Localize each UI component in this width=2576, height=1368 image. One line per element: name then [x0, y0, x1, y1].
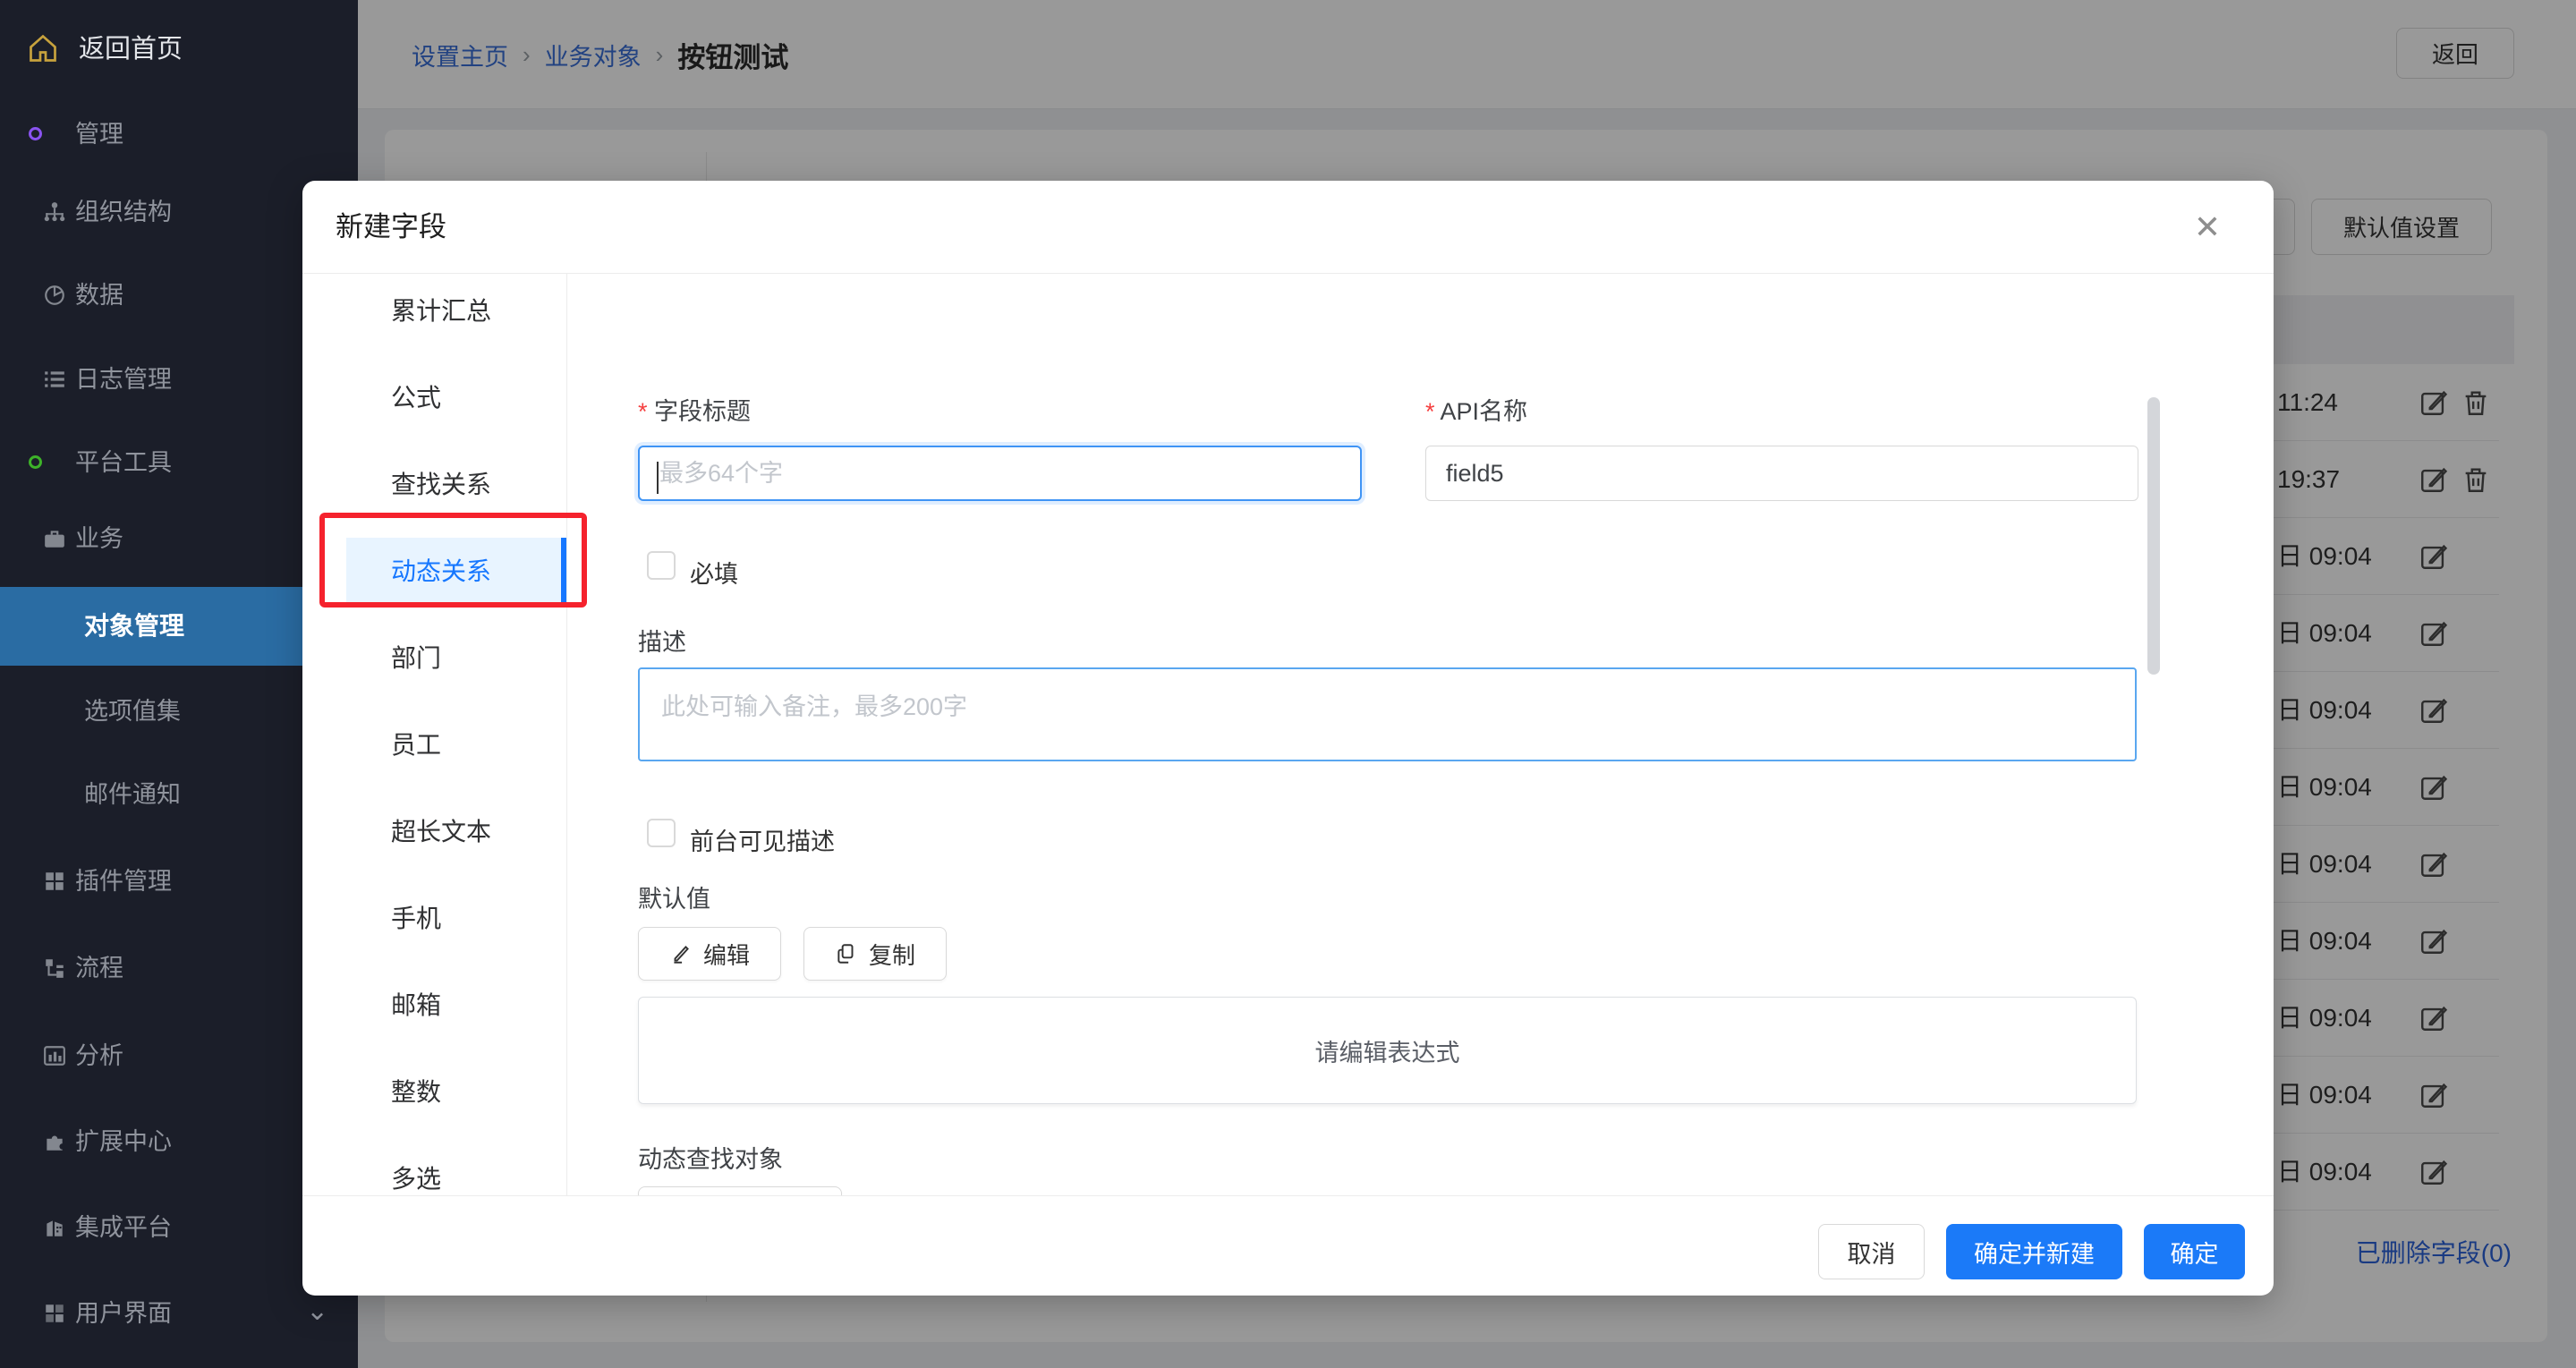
flow-icon — [43, 956, 66, 980]
pie-chart-icon — [43, 284, 66, 307]
front-visible-checkbox[interactable] — [647, 819, 676, 847]
app-root: 返回首页 管理 组织结构 数据 日志管理 平台工具 — [0, 0, 2576, 1368]
field-type-long-text[interactable]: 超长文本 — [302, 798, 566, 866]
description-label: 描述 — [638, 623, 686, 658]
field-type-integer[interactable]: 整数 — [302, 1058, 566, 1126]
list-icon — [43, 368, 66, 391]
default-value-label: 默认值 — [638, 879, 710, 914]
pencil-icon — [669, 942, 693, 965]
field-type-department[interactable]: 部门 — [302, 625, 566, 692]
building-icon — [43, 1216, 66, 1239]
modal-footer: 取消 确定并新建 确定 — [302, 1195, 2274, 1296]
sidebar-item-manage[interactable]: 管理 — [0, 109, 358, 159]
copy-default-button[interactable]: 复制 — [803, 927, 947, 981]
ring-purple-icon — [29, 127, 42, 140]
puzzle-icon — [43, 1130, 66, 1153]
modal-title: 新建字段 — [336, 181, 446, 274]
new-field-modal: 新建字段 ✕ 累计汇总 公式 查找关系 动态关系 部门 员工 超长文本 手机 邮… — [302, 181, 2274, 1296]
briefcase-icon — [43, 527, 66, 550]
modal-header: 新建字段 ✕ — [302, 181, 2274, 274]
field-type-multiselect[interactable]: 多选 — [302, 1145, 566, 1195]
field-title-input[interactable] — [638, 446, 1362, 501]
grid-icon — [43, 870, 66, 893]
field-title-label: 字段标题 — [638, 392, 751, 427]
modal-body: 累计汇总 公式 查找关系 动态关系 部门 员工 超长文本 手机 邮箱 整数 多选… — [302, 274, 2274, 1195]
form-scrollbar[interactable] — [2147, 397, 2160, 675]
api-name-input[interactable] — [1425, 446, 2138, 501]
ui-grid-icon — [43, 1302, 66, 1325]
annotation-red-box — [319, 513, 587, 608]
modal-nav-divider — [566, 274, 567, 1195]
field-type-rollup[interactable]: 累计汇总 — [302, 277, 566, 345]
chevron-down-icon[interactable]: ⌄ — [306, 1296, 328, 1327]
expression-editor[interactable]: 请编辑表达式 — [638, 997, 2137, 1104]
add-lookup-object-button[interactable]: 添加查找对象 — [638, 1186, 842, 1195]
confirm-button[interactable]: 确定 — [2144, 1224, 2245, 1279]
sidebar-item-user-interface[interactable]: 用户界面 — [0, 1288, 358, 1338]
field-type-email[interactable]: 邮箱 — [302, 972, 566, 1040]
copy-icon — [835, 942, 858, 965]
field-type-formula[interactable]: 公式 — [302, 364, 566, 432]
required-checkbox[interactable] — [647, 551, 676, 580]
front-visible-label: 前台可见描述 — [690, 822, 835, 857]
field-type-phone[interactable]: 手机 — [302, 885, 566, 953]
close-icon[interactable]: ✕ — [2188, 208, 2227, 247]
home-icon — [27, 32, 59, 64]
description-textarea[interactable] — [638, 667, 2137, 761]
required-label: 必填 — [690, 555, 738, 590]
org-tree-icon — [43, 200, 66, 224]
field-type-employee[interactable]: 员工 — [302, 711, 566, 779]
sidebar-home[interactable]: 返回首页 — [0, 20, 358, 79]
field-type-lookup[interactable]: 查找关系 — [302, 451, 566, 519]
confirm-and-new-button[interactable]: 确定并新建 — [1946, 1224, 2122, 1279]
cancel-button[interactable]: 取消 — [1818, 1224, 1925, 1279]
sidebar-home-label: 返回首页 — [79, 20, 183, 79]
ring-green-icon — [29, 455, 42, 469]
edit-default-button[interactable]: 编辑 — [638, 927, 781, 981]
api-name-label: API名称 — [1425, 392, 1527, 427]
text-caret — [657, 462, 659, 494]
bar-chart-icon — [43, 1044, 66, 1067]
dynamic-lookup-label: 动态查找对象 — [638, 1140, 783, 1175]
